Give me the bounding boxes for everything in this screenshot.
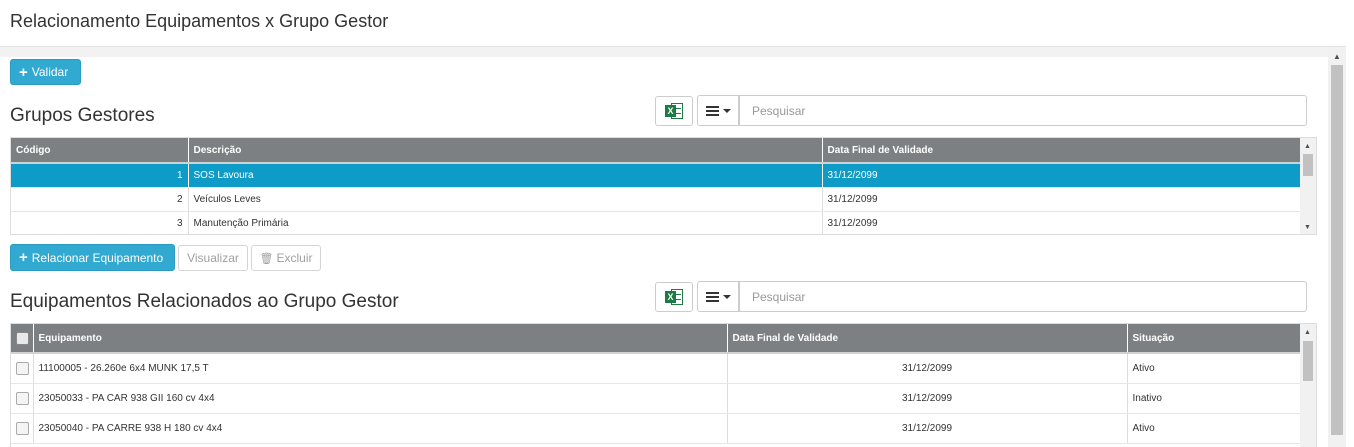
cell-data: 31/12/2099 (822, 211, 1303, 234)
cell-data: 31/12/2099 (822, 163, 1303, 188)
row-select-cell[interactable] (11, 353, 34, 384)
columns-menu-icon (705, 105, 719, 116)
column-header-situacao[interactable]: Situação (1127, 324, 1303, 354)
column-header-data-final[interactable]: Data Final de Validade (727, 324, 1128, 354)
scroll-up-icon[interactable]: ▲ (1304, 329, 1311, 336)
equipments-export-excel-button[interactable]: X (655, 282, 693, 312)
scroll-thumb[interactable] (1303, 341, 1313, 381)
cell-equipamento: 11100005 - 26.260e 6x4 MUNK 17,5 T (33, 353, 728, 384)
scroll-thumb[interactable] (1331, 65, 1343, 435)
cell-situacao: Ativo (1127, 413, 1303, 444)
row-checkbox[interactable] (16, 421, 29, 435)
cell-codigo: 3 (11, 211, 189, 234)
columns-menu-icon (705, 291, 719, 302)
table-row[interactable]: 2 Veículos Leves 31/12/2099 (11, 187, 1303, 212)
plus-icon: + (19, 249, 28, 266)
cell-descricao: Manutenção Primária (188, 211, 823, 234)
groups-grid-scrollbar[interactable]: ▲ ▼ (1300, 138, 1316, 234)
cell-equipamento: 23050040 - PA CARRE 938 H 180 cv 4x4 (33, 413, 728, 444)
groups-section-title: Grupos Gestores (10, 105, 155, 126)
groups-columns-button[interactable] (697, 95, 739, 126)
cell-data: 31/12/2099 (727, 413, 1128, 444)
table-row[interactable]: 11100005 - 26.260e 6x4 MUNK 17,5 T 31/12… (11, 353, 1303, 384)
page-header: Relacionamento Equipamentos x Grupo Gest… (0, 0, 1354, 47)
equipments-grid-scrollbar[interactable]: ▲ (1300, 324, 1316, 447)
cell-situacao: Ativo (1127, 353, 1303, 384)
equipments-grid: Equipamento Data Final de Validade Situa… (10, 323, 1317, 447)
scroll-down-icon[interactable]: ▼ (1304, 224, 1311, 231)
cell-codigo: 1 (11, 163, 189, 188)
table-row[interactable]: 3 Manutenção Primária 31/12/2099 (11, 211, 1303, 234)
row-checkbox[interactable] (16, 391, 29, 405)
column-header-data-final[interactable]: Data Final de Validade (822, 138, 1303, 164)
excel-icon: X (665, 288, 683, 306)
groups-grid: Código Descrição Data Final de Validade … (10, 137, 1317, 235)
cell-descricao: Veículos Leves (188, 187, 823, 212)
cell-codigo: 2 (11, 187, 189, 212)
scroll-thumb[interactable] (1303, 154, 1313, 176)
select-all-checkbox[interactable] (16, 331, 29, 345)
row-select-cell[interactable] (11, 413, 34, 444)
excluir-label: Excluir (276, 251, 313, 265)
cell-equipamento: 23050033 - PA CAR 938 GII 160 cv 4x4 (33, 383, 728, 414)
row-checkbox[interactable] (16, 361, 29, 375)
caret-down-icon (722, 108, 731, 113)
cell-data: 31/12/2099 (727, 383, 1128, 414)
window-edge (1346, 0, 1354, 447)
equipments-header-row: Equipamento Data Final de Validade Situa… (11, 324, 1303, 354)
select-all-cell[interactable] (11, 324, 34, 354)
equipments-columns-button[interactable] (697, 281, 739, 312)
column-header-descricao[interactable]: Descrição (188, 138, 823, 164)
scroll-up-icon[interactable]: ▲ (1333, 52, 1341, 61)
plus-icon: + (19, 63, 28, 81)
trash-icon: 🗑 (259, 252, 274, 265)
table-row[interactable]: 23050040 - PA CARRE 938 H 180 cv 4x4 31/… (11, 413, 1303, 444)
relacionar-label: Relacionar Equipamento (31, 250, 164, 265)
groups-export-excel-button[interactable]: X (655, 96, 693, 126)
page-scrollbar[interactable]: ▲ (1328, 47, 1346, 447)
column-header-codigo[interactable]: Código (11, 138, 189, 164)
table-row[interactable]: 1 SOS Lavoura 31/12/2099 (11, 163, 1303, 188)
cell-data: 31/12/2099 (822, 187, 1303, 212)
excluir-button[interactable]: 🗑 Excluir (251, 245, 321, 271)
equipments-search-input[interactable] (739, 281, 1307, 312)
visualizar-label: Visualizar (187, 251, 239, 265)
scroll-up-icon[interactable]: ▲ (1304, 143, 1311, 150)
excel-icon: X (665, 102, 683, 120)
table-row[interactable]: 23050033 - PA CAR 938 GII 160 cv 4x4 31/… (11, 383, 1303, 414)
visualizar-button[interactable]: Visualizar (178, 245, 248, 271)
equipments-section-title: Equipamentos Relacionados ao Grupo Gesto… (10, 291, 399, 312)
cell-descricao: SOS Lavoura (188, 163, 823, 188)
validar-label: Validar (31, 65, 69, 79)
cell-data: 31/12/2099 (727, 353, 1128, 384)
validar-button[interactable]: + Validar (10, 59, 81, 85)
content-top-band (0, 47, 1328, 57)
groups-search-input[interactable] (739, 95, 1307, 126)
cell-situacao: Inativo (1127, 383, 1303, 414)
row-select-cell[interactable] (11, 383, 34, 414)
caret-down-icon (722, 294, 731, 299)
page-title: Relacionamento Equipamentos x Grupo Gest… (10, 11, 389, 31)
column-header-equipamento[interactable]: Equipamento (33, 324, 728, 354)
relacionar-equipamento-button[interactable]: + Relacionar Equipamento (10, 244, 175, 271)
groups-header-row: Código Descrição Data Final de Validade (11, 138, 1303, 164)
